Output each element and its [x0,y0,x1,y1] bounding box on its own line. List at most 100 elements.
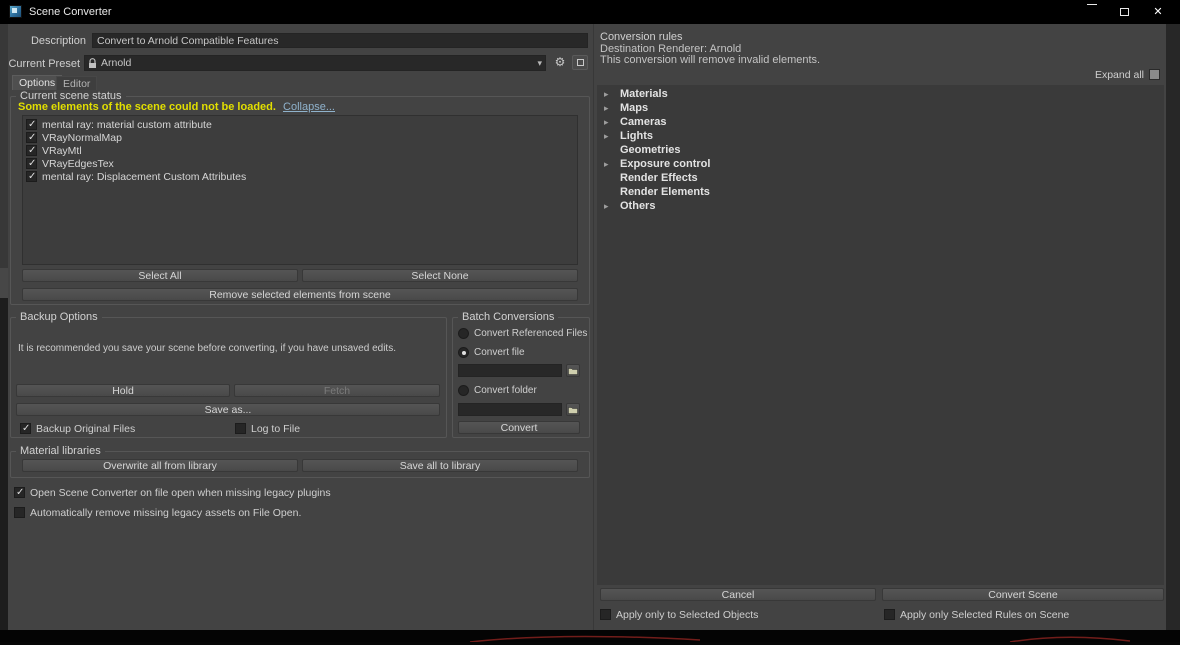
convert-button[interactable]: Convert [458,421,580,434]
tree-item-materials[interactable]: ▸ Materials [597,87,1164,101]
save-as-button[interactable]: Save as... [16,403,440,416]
cancel-button[interactable]: Cancel [600,588,876,601]
tree-item-label: Render Effects [620,172,698,184]
save-all-to-library-button[interactable]: Save all to library [302,459,578,472]
apply-selected-objects-checkbox-row[interactable]: Apply only to Selected Objects [600,608,758,621]
tab-editor[interactable]: Editor [56,76,98,91]
checkbox[interactable] [14,487,25,498]
expander-icon[interactable]: ▸ [604,131,620,142]
checkbox[interactable] [26,132,37,143]
checkbox[interactable] [26,119,37,130]
tree-item-render-elements[interactable]: Render Elements [597,185,1164,199]
preset-options-button[interactable] [572,55,588,70]
radio-button[interactable] [458,328,469,339]
hold-button[interactable]: Hold [16,384,230,397]
convert-scene-button[interactable]: Convert Scene [882,588,1164,601]
tree-item-label: Materials [620,88,668,100]
remove-selected-button[interactable]: Remove selected elements from scene [22,288,578,301]
checkbox-label: Log to File [251,422,301,435]
expander-icon[interactable]: ▸ [604,103,620,114]
tree-item-label: Geometries [620,144,681,156]
checkbox[interactable] [26,171,37,182]
convert-referenced-radio-row[interactable]: Convert Referenced Files [458,327,587,340]
scene-elements-list[interactable]: mental ray: material custom attribute VR… [22,115,578,265]
tree-item-label: Exposure control [620,158,711,170]
list-item[interactable]: VRayNormalMap [23,131,577,144]
radio-button[interactable] [458,347,469,358]
preset-value: Arnold [101,57,132,69]
conversion-rules-tree[interactable]: ▸ Materials ▸ Maps ▸ Cameras ▸ Lights Ge… [597,85,1164,585]
background-left-strip [0,268,8,298]
select-all-button[interactable]: Select All [22,269,298,282]
current-preset-label: Current Preset [8,58,80,70]
tab-options[interactable]: Options [12,75,63,90]
log-to-file-checkbox-row[interactable]: Log to File [235,422,300,435]
collapse-link[interactable]: Collapse... [283,101,335,113]
tree-item-geometries[interactable]: Geometries [597,143,1164,157]
checkbox[interactable] [600,609,611,620]
backup-original-files-checkbox-row[interactable]: Backup Original Files [20,422,135,435]
minimize-icon [1087,4,1097,5]
apply-selected-rules-checkbox-row[interactable]: Apply only Selected Rules on Scene [884,608,1069,621]
checkbox-label: Open Scene Converter on file open when m… [30,486,331,499]
list-item-label: mental ray: material custom attribute [42,118,212,131]
expand-all-row[interactable]: Expand all [1050,68,1160,81]
expander-icon[interactable]: ▸ [604,159,620,170]
window-title: Scene Converter [29,6,112,18]
tree-item-lights[interactable]: ▸ Lights [597,129,1164,143]
list-item-label: VRayNormalMap [42,131,122,144]
checkbox-label: Backup Original Files [36,422,136,435]
background-viewport-strip [0,630,1180,643]
group-title: Backup Options [16,311,102,324]
list-item[interactable]: VRayMtl [23,144,577,157]
checkbox[interactable] [884,609,895,620]
convert-file-radio-row[interactable]: Convert file [458,346,525,359]
convert-folder-path-input[interactable] [458,403,562,416]
checkbox-label: Automatically remove missing legacy asse… [30,506,302,519]
auto-remove-legacy-checkbox-row[interactable]: Automatically remove missing legacy asse… [14,506,301,519]
scene-status-warning: Some elements of the scene could not be … [18,101,335,114]
list-item[interactable]: mental ray: material custom attribute [23,118,577,131]
maximize-button[interactable] [1110,0,1138,24]
description-input[interactable] [92,33,588,48]
checkbox[interactable] [26,158,37,169]
expander-icon[interactable]: ▸ [604,201,620,212]
list-item[interactable]: mental ray: Displacement Custom Attribut… [23,170,577,183]
minimize-button[interactable] [1078,0,1106,24]
fetch-button[interactable]: Fetch [234,384,440,397]
group-title: Batch Conversions [458,311,559,324]
checkbox[interactable] [235,423,246,434]
close-button[interactable]: ✕ [1142,0,1174,24]
overwrite-from-library-button[interactable]: Overwrite all from library [22,459,298,472]
checkbox[interactable] [20,423,31,434]
radio-button[interactable] [458,385,469,396]
convert-folder-radio-row[interactable]: Convert folder [458,384,537,397]
conversion-note-text: This conversion will remove invalid elem… [600,54,821,66]
tree-item-maps[interactable]: ▸ Maps [597,101,1164,115]
background-left-strip [0,298,8,630]
tree-item-label: Maps [620,102,649,114]
checkbox[interactable] [1149,69,1160,80]
browse-folder-button[interactable] [566,403,580,416]
preset-combobox[interactable]: Arnold ▾ [84,55,546,71]
group-title: Material libraries [16,445,105,458]
expander-icon[interactable]: ▸ [604,89,620,100]
tree-item-cameras[interactable]: ▸ Cameras [597,115,1164,129]
tree-item-exposure-control[interactable]: ▸ Exposure control [597,157,1164,171]
radio-label: Convert Referenced Files [474,327,588,339]
maximize-icon [1119,8,1129,16]
convert-file-path-input[interactable] [458,364,562,377]
list-item[interactable]: VRayEdgesTex [23,157,577,170]
radio-label: Convert file [474,346,525,358]
tree-item-others[interactable]: ▸ Others [597,199,1164,213]
checkbox[interactable] [14,507,25,518]
expander-icon[interactable]: ▸ [604,117,620,128]
open-on-missing-plugins-checkbox-row[interactable]: Open Scene Converter on file open when m… [14,486,331,499]
tree-item-render-effects[interactable]: Render Effects [597,171,1164,185]
preset-settings-button[interactable]: ⚙ [552,54,568,70]
radio-label: Convert folder [474,384,537,396]
checkbox[interactable] [26,145,37,156]
browse-file-button[interactable] [566,364,580,377]
background-right-strip [1166,24,1180,630]
select-none-button[interactable]: Select None [302,269,578,282]
